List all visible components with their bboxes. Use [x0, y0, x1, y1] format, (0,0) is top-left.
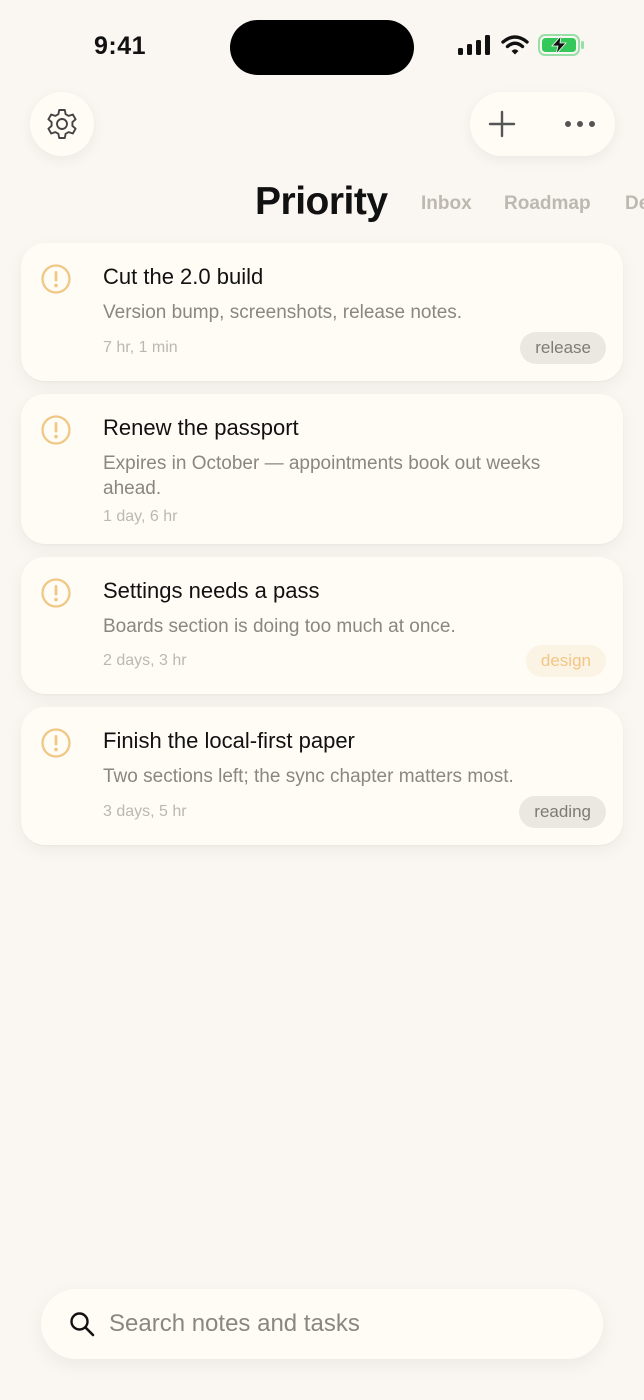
search-input[interactable]: [109, 1289, 579, 1359]
task-title: Renew the passport: [103, 415, 299, 440]
task-time: 1 day, 6 hr: [103, 508, 178, 525]
add-button[interactable]: [486, 108, 518, 140]
task-time: 2 days, 3 hr: [103, 652, 187, 669]
tab-inbox[interactable]: Inbox: [421, 193, 472, 215]
wifi-icon: [501, 35, 529, 55]
task-card[interactable]: Finish the local-first paper Two section…: [21, 707, 623, 845]
tab-priority[interactable]: Priority: [255, 180, 388, 224]
task-title: Settings needs a pass: [103, 578, 320, 603]
more-button[interactable]: [558, 108, 602, 140]
gear-icon: [47, 109, 77, 139]
task-description: Version bump, screenshots, release notes…: [103, 302, 463, 323]
task-description: Expires in October — appointments book o…: [103, 453, 541, 499]
exclamation-circle-icon[interactable]: [40, 577, 72, 609]
task-description: Two sections left; the sync chapter matt…: [103, 766, 514, 787]
task-description: Boards section is doing too much at once…: [103, 616, 456, 637]
task-title: Finish the local-first paper: [103, 728, 355, 753]
task-tag[interactable]: reading: [519, 796, 606, 828]
exclamation-circle-icon[interactable]: [40, 263, 72, 295]
task-time: 7 hr, 1 min: [103, 339, 178, 356]
tab-roadmap[interactable]: Roadmap: [504, 193, 591, 215]
plus-icon: [488, 110, 516, 138]
status-icons: [458, 34, 586, 56]
more-icon: [565, 121, 595, 127]
battery-charging-icon: [538, 34, 584, 56]
exclamation-circle-icon[interactable]: [40, 727, 72, 759]
exclamation-circle-icon[interactable]: [40, 414, 72, 446]
task-card[interactable]: Renew the passport Expires in October — …: [21, 394, 623, 544]
task-title: Cut the 2.0 build: [103, 264, 264, 289]
tab-partial[interactable]: De: [625, 193, 644, 215]
search-bar[interactable]: [41, 1289, 603, 1359]
task-card[interactable]: Cut the 2.0 build Version bump, screensh…: [21, 243, 623, 381]
task-tag[interactable]: release: [520, 332, 606, 364]
settings-button[interactable]: [30, 92, 94, 156]
signal-icon: [458, 35, 490, 55]
header-actions: [470, 92, 615, 156]
status-time: 9:41: [94, 32, 147, 60]
task-card[interactable]: Settings needs a pass Boards section is …: [21, 557, 623, 694]
dynamic-island: [230, 20, 414, 75]
task-tag[interactable]: design: [525, 645, 606, 677]
app-screen: 9:41 Priority Inbox Roadmap D Cut the 2.…: [0, 0, 644, 1400]
search-icon: [70, 1312, 95, 1337]
task-time: 3 days, 5 hr: [103, 803, 187, 820]
